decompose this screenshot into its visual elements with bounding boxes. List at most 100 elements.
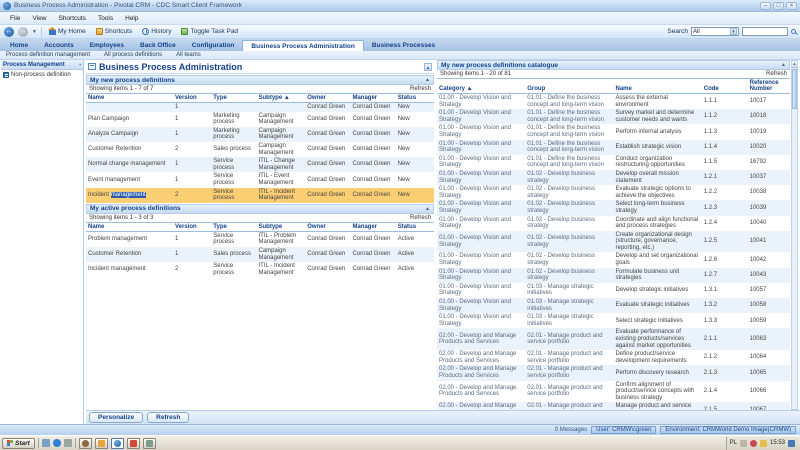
table-row[interactable]: 01.00 - Develop Vision and Strategy01.02… [437,170,790,185]
column-header[interactable]: Name [614,79,702,94]
my-home-button[interactable]: My Home [46,27,89,36]
table-row[interactable]: 01.00 - Develop Vision and Strategy01.03… [437,283,790,298]
menu-item[interactable]: File [4,14,26,23]
table-row[interactable]: 02.00 - Develop and Manage Products and … [437,328,790,350]
sidebar-header[interactable]: Process Management ▪ [1,60,83,70]
table-row[interactable]: 01.00 - Develop Vision and Strategy01.02… [437,200,790,215]
pin-icon[interactable]: ▪ [79,62,81,68]
table-row[interactable]: Analyze Campaign1Marketing processCampai… [86,127,434,142]
workspace-tab[interactable]: Back Office [132,40,184,51]
update-tray-icon[interactable] [760,440,767,447]
table-row[interactable]: Plan Campaign1Marketing processCampaign … [86,112,434,127]
language-indicator[interactable]: PL [730,440,737,446]
workspace-tab[interactable]: Employees [82,40,132,51]
table-row[interactable]: Incident management2Service processITIL … [86,188,434,203]
workspace-tab[interactable]: Accounts [36,40,82,51]
column-header[interactable]: Subtype [257,222,306,231]
column-header[interactable]: Type [211,222,256,231]
shortcuts-button[interactable]: Shortcuts [93,27,135,36]
search-input[interactable] [742,27,788,36]
column-header[interactable]: Type [211,94,256,103]
table-row[interactable]: Customer Retention2Sales processCampaign… [86,142,434,157]
close-button[interactable]: × [786,2,797,10]
refresh-link[interactable]: Refresh [410,86,431,92]
table-row[interactable]: Customer Retention1Sales processCampaign… [86,247,434,262]
section-header-new-definitions[interactable]: My new process definitions ▲ [86,75,434,85]
alert-tray-icon[interactable] [750,440,757,447]
taskbar-app-button-3[interactable] [127,438,140,449]
table-row[interactable]: 01.00 - Develop Vision and Strategy01.02… [437,216,790,231]
taskbar-app-button-4[interactable] [143,438,156,449]
menu-item[interactable]: Tools [92,14,119,23]
taskbar-app-button-pivotal[interactable] [111,438,124,449]
vertical-scrollbar[interactable]: ▲ [791,60,798,410]
scrollbar-thumb[interactable] [792,69,797,109]
section-header-active-definitions[interactable]: My active process definitions ▲ [86,204,434,214]
column-header[interactable]: Category ▲ [437,79,525,94]
workspace-tab[interactable]: Business Processes [364,40,443,51]
taskbar-app-button-2[interactable] [95,438,108,449]
search-icon[interactable] [791,29,796,34]
sidebar-item-non-process-definition[interactable]: Non-process definition [1,70,83,80]
table-row[interactable]: 01.00 - Develop Vision and Strategy01.02… [437,252,790,267]
collapse-icon[interactable]: ▲ [781,62,786,68]
table-row[interactable]: Event management1Service processITIL - E… [86,172,434,187]
forward-icon[interactable]: → [18,27,28,37]
personalize-button[interactable]: Personalize [89,412,143,423]
printer-tray-icon[interactable] [740,440,747,447]
collapse-icon[interactable]: ▲ [425,206,430,212]
nav-dropdown-icon[interactable]: ▼ [32,29,37,35]
column-header[interactable]: Group [525,79,613,94]
messages-status[interactable]: 0 Messages [555,427,587,433]
table-row[interactable]: 01.00 - Develop Vision and Strategy01.02… [437,185,790,200]
table-row[interactable]: 01.00 - Develop Vision and Strategy01.02… [437,268,790,283]
scroll-up-icon[interactable]: ▲ [792,61,797,68]
menu-item[interactable]: Shortcuts [52,14,91,23]
column-header[interactable]: Manager [350,94,395,103]
menu-item[interactable]: Help [119,14,144,23]
minimize-button[interactable]: – [760,2,771,10]
workspace-tab[interactable]: Home [2,40,36,51]
menu-item[interactable]: View [26,14,52,23]
workspace-tab[interactable]: Configuration [184,40,243,51]
table-row[interactable]: 01.00 - Develop Vision and Strategy01.01… [437,109,790,124]
table-row[interactable]: 01.00 - Develop Vision and Strategy01.01… [437,124,790,139]
user-status[interactable]: User: CRMW\cgreen [591,426,656,434]
table-row[interactable]: Normal change management1Service process… [86,157,434,172]
workspace-tab[interactable]: Business Process Administration [242,40,363,51]
refresh-button[interactable]: Refresh [147,412,189,423]
quicklaunch-icon-2[interactable] [53,439,61,447]
column-header[interactable]: Status [396,222,434,231]
table-row[interactable]: 01.00 - Develop Vision and Strategy01.02… [437,231,790,253]
history-button[interactable]: History [139,27,174,36]
collapse-icon[interactable]: ▲ [425,77,430,83]
quicklaunch-icon-1[interactable] [42,439,50,447]
refresh-link[interactable]: Refresh [766,71,787,77]
sub-tab[interactable]: Process definition management [6,52,90,58]
taskbar-app-button-1[interactable] [79,438,92,449]
column-header[interactable]: Status [396,94,434,103]
refresh-link[interactable]: Refresh [410,215,431,221]
back-icon[interactable]: ← [4,27,14,37]
sub-tab[interactable]: All process definitions [104,52,162,58]
column-header[interactable]: Name [86,94,173,103]
table-row[interactable]: 02.00 - Develop and Manage Products and … [437,365,790,380]
column-header[interactable]: Owner [305,94,350,103]
table-row[interactable]: 01.00 - Develop Vision and Strategy01.03… [437,313,790,328]
section-header-catalogue[interactable]: My new process definitions catalogue ▲ [437,60,790,70]
search-scope-select[interactable]: All ▼ [691,27,739,36]
table-row[interactable]: Incident management2Service processITIL … [86,262,434,277]
table-row[interactable]: 01.00 - Develop Vision and Strategy01.01… [437,140,790,155]
table-row[interactable]: 01.00 - Develop Vision and Strategy01.03… [437,298,790,313]
table-row[interactable]: 02.00 - Develop and Manage Products and … [437,402,790,410]
column-header[interactable]: Code [702,79,748,94]
quicklaunch-icon-3[interactable] [64,439,72,447]
table-row[interactable]: Problem management1Service processITIL -… [86,231,434,247]
toggle-task-pad-button[interactable]: Toggle Task Pad [178,27,241,36]
table-row[interactable]: 01.00 - Develop Vision and Strategy01.01… [437,94,790,110]
table-row[interactable]: 1Conrad GreenConrad GreenNew [86,103,434,112]
column-header[interactable]: Version [173,222,211,231]
scroll-up-icon[interactable]: ▲ [424,63,432,71]
sub-tab[interactable]: All teams [176,52,201,58]
column-header[interactable]: Owner [305,222,350,231]
